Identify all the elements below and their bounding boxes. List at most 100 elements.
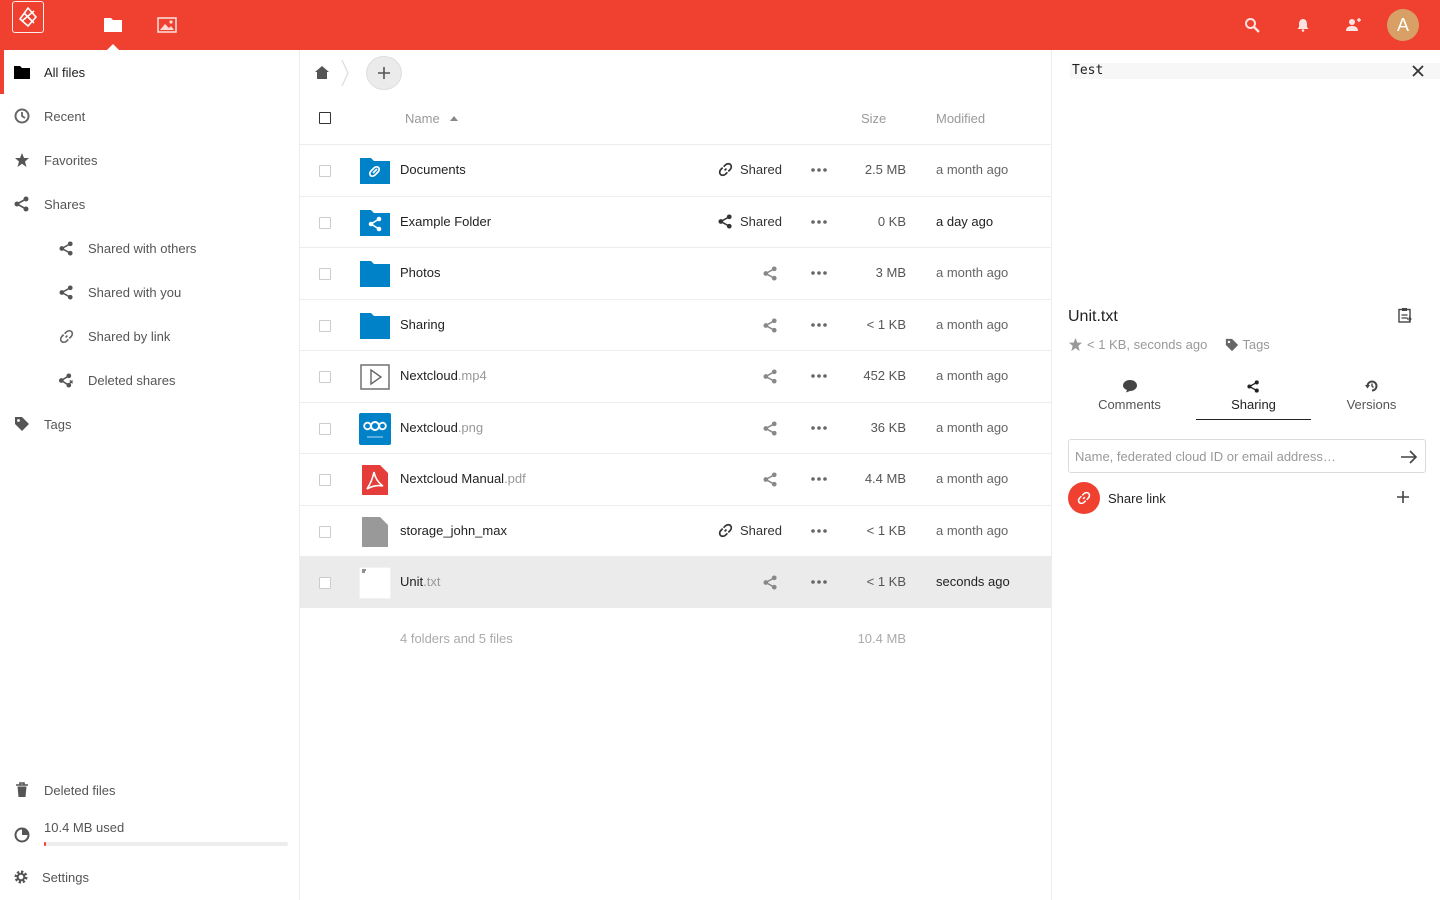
row-checkbox[interactable]: [319, 216, 331, 229]
file-row[interactable]: storage_john_max Shared < 1 KB a month ago: [300, 504, 1051, 557]
tab-comments[interactable]: Comments: [1072, 377, 1187, 420]
nav-shares[interactable]: Shares: [0, 182, 299, 226]
file-name[interactable]: Documents: [400, 162, 466, 177]
more-actions-icon[interactable]: [810, 161, 828, 179]
share-icon[interactable]: [763, 317, 778, 336]
tags-label: Tags: [1242, 337, 1270, 352]
nav-shared-by-link[interactable]: Shared by link: [0, 314, 299, 358]
text-file-thumbnail-icon[interactable]: [359, 567, 391, 599]
nav-recent[interactable]: Recent: [0, 94, 299, 138]
file-name[interactable]: Unit.txt: [400, 574, 440, 589]
share-icon[interactable]: [763, 369, 778, 387]
bell-icon[interactable]: [1283, 0, 1323, 50]
file-row[interactable]: Photos 3 MB a month ago: [300, 247, 1051, 299]
pdf-file-icon[interactable]: [359, 464, 391, 496]
row-checkbox[interactable]: [319, 422, 331, 435]
generic-file-icon[interactable]: [359, 516, 391, 548]
favorite-star-icon[interactable]: [1068, 337, 1083, 352]
row-checkbox[interactable]: [319, 474, 331, 486]
file-row[interactable]: Nextcloud.png 36 KB a month ago: [300, 401, 1051, 454]
column-size-header[interactable]: Size: [861, 111, 886, 126]
text-preview: Test: [1070, 63, 1440, 79]
home-icon[interactable]: [312, 62, 332, 82]
more-actions-icon[interactable]: [810, 213, 828, 231]
file-size: < 1 KB: [866, 574, 906, 589]
more-actions-icon[interactable]: [810, 316, 828, 334]
more-actions-icon[interactable]: [810, 522, 828, 540]
file-name[interactable]: storage_john_max: [400, 523, 507, 538]
more-actions-icon[interactable]: [810, 419, 828, 437]
nav-tags[interactable]: Tags: [0, 402, 299, 446]
clock-icon: [13, 107, 31, 125]
tab-label: Versions: [1346, 397, 1397, 412]
sort-ascending-icon: [449, 116, 458, 121]
clipboard-icon[interactable]: [1396, 306, 1414, 324]
file-name[interactable]: Nextcloud Manual.pdf: [400, 471, 526, 486]
nav-shared-with-you[interactable]: Shared with you: [0, 270, 299, 314]
file-row[interactable]: Unit.txt < 1 KB seconds ago: [300, 556, 1051, 608]
row-checkbox[interactable]: [319, 319, 331, 332]
share-icon[interactable]: [763, 575, 778, 593]
tab-label: Sharing: [1231, 397, 1276, 412]
row-checkbox[interactable]: [319, 165, 331, 177]
file-name[interactable]: Example Folder: [400, 214, 491, 229]
shared-indicator[interactable]: Shared: [718, 214, 782, 229]
row-checkbox[interactable]: [319, 525, 331, 538]
file-name[interactable]: Nextcloud.png: [400, 420, 483, 435]
nav-deleted-files[interactable]: Deleted files: [0, 768, 299, 812]
share-icon[interactable]: [763, 266, 778, 284]
tags-toggle[interactable]: Tags: [1225, 337, 1270, 352]
row-checkbox[interactable]: [319, 371, 331, 383]
file-row[interactable]: Sharing < 1 KB a month ago: [300, 298, 1051, 351]
contacts-icon[interactable]: [1333, 0, 1373, 50]
more-actions-icon[interactable]: [810, 264, 828, 282]
shared-indicator[interactable]: Shared: [718, 162, 782, 177]
shared-indicator[interactable]: Shared: [718, 523, 782, 538]
row-checkbox[interactable]: [319, 577, 331, 589]
add-share-link-button[interactable]: [1393, 487, 1413, 507]
file-row[interactable]: Example Folder Shared 0 KB a day ago: [300, 195, 1051, 248]
tab-sharing[interactable]: Sharing: [1196, 377, 1311, 420]
row-checkbox[interactable]: [319, 268, 331, 280]
folder-link-icon[interactable]: [359, 155, 391, 187]
file-row[interactable]: Documents Shared 2.5 MB a month ago: [300, 144, 1051, 196]
column-modified-header[interactable]: Modified: [936, 111, 985, 126]
star-icon: [13, 151, 31, 169]
share-search-input[interactable]: [1069, 440, 1389, 472]
file-name[interactable]: Nextcloud.mp4: [400, 368, 487, 383]
video-file-icon[interactable]: [359, 361, 391, 393]
image-thumbnail-icon[interactable]: [359, 412, 391, 445]
column-name-header[interactable]: Name: [405, 111, 458, 126]
nav-all-files[interactable]: All files: [0, 50, 299, 94]
share-icon: [13, 195, 31, 213]
search-icon[interactable]: [1232, 0, 1272, 50]
nav-deleted-shares[interactable]: Deleted shares: [0, 358, 299, 402]
nav-shared-with-others[interactable]: Shared with others: [0, 226, 299, 270]
file-modified: a month ago: [936, 368, 1009, 383]
gallery-icon[interactable]: [142, 0, 192, 50]
file-name[interactable]: Sharing: [400, 317, 445, 332]
file-row[interactable]: Nextcloud Manual.pdf 4.4 MB a month ago: [300, 453, 1051, 505]
share-link-avatar: [1068, 482, 1100, 514]
more-actions-icon[interactable]: [810, 573, 828, 591]
folder-icon[interactable]: [359, 310, 391, 342]
nextcloud-logo-icon[interactable]: [12, 1, 44, 33]
share-icon[interactable]: [763, 420, 778, 439]
select-all-checkbox[interactable]: [319, 112, 331, 124]
tab-versions[interactable]: Versions: [1314, 377, 1429, 420]
files-app-icon[interactable]: [88, 0, 138, 50]
share-icon[interactable]: [763, 472, 778, 490]
more-actions-icon[interactable]: [810, 470, 828, 488]
more-actions-icon[interactable]: [810, 367, 828, 385]
nav-favorites[interactable]: Favorites: [0, 138, 299, 182]
user-avatar[interactable]: A: [1387, 9, 1419, 41]
folder-icon[interactable]: [359, 258, 391, 290]
nav-settings[interactable]: Settings: [0, 855, 299, 899]
file-modified: seconds ago: [936, 574, 1010, 589]
file-row[interactable]: Nextcloud.mp4 452 KB a month ago: [300, 350, 1051, 402]
new-file-button[interactable]: [366, 56, 402, 90]
file-name[interactable]: Photos: [400, 265, 440, 280]
close-icon[interactable]: [1409, 62, 1427, 80]
arrow-right-icon[interactable]: [1399, 447, 1419, 467]
folder-shared-icon[interactable]: [359, 207, 391, 239]
